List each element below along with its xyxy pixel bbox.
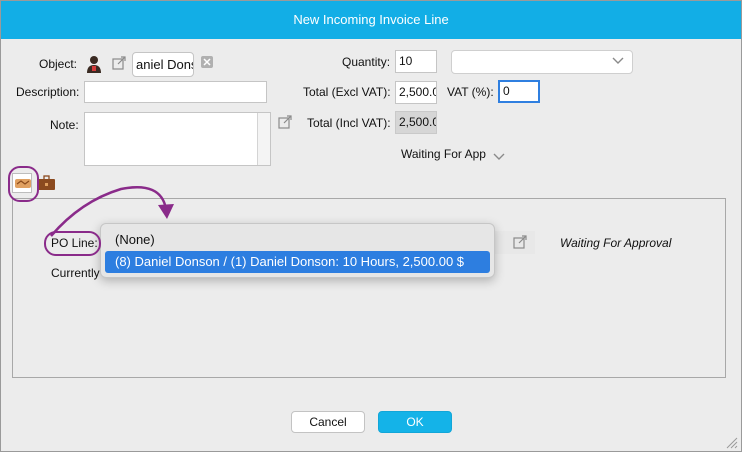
open-link-icon[interactable] xyxy=(112,56,126,70)
description-label: Description: xyxy=(16,85,80,99)
chevron-down-icon xyxy=(612,56,624,68)
note-expand-icon[interactable] xyxy=(278,115,292,129)
object-label: Object: xyxy=(39,57,78,71)
clear-icon[interactable] xyxy=(201,56,213,68)
total-incl-field: 2,500.0 xyxy=(395,111,437,134)
person-icon xyxy=(86,55,102,73)
status-chevron-icon[interactable] xyxy=(493,150,505,160)
note-textarea[interactable] xyxy=(84,112,271,166)
resize-grip-icon[interactable] xyxy=(724,435,738,449)
quantity-field[interactable]: 10 xyxy=(395,50,437,73)
object-field[interactable]: aniel Donso xyxy=(132,52,194,77)
unit-select[interactable] xyxy=(451,50,633,74)
total-incl-label: Total (Incl VAT): xyxy=(307,116,391,130)
status-text: Waiting For App xyxy=(401,147,486,161)
dropdown-option-selected[interactable]: (8) Daniel Donson / (1) Daniel Donson: 1… xyxy=(105,251,490,273)
cancel-button[interactable]: Cancel xyxy=(291,411,365,433)
vat-field[interactable]: 0 xyxy=(498,80,540,103)
total-excl-field[interactable]: 2,500.0 xyxy=(395,81,437,104)
description-field[interactable] xyxy=(84,81,267,103)
note-label: Note: xyxy=(50,118,79,132)
po-open-icon[interactable] xyxy=(513,235,527,249)
total-excl-label: Total (Excl VAT): xyxy=(303,85,391,99)
quantity-label: Quantity: xyxy=(342,55,391,69)
annotation-circle-tab xyxy=(8,166,39,202)
invoice-line-dialog: New Incoming Invoice Line Object: aniel … xyxy=(0,0,742,452)
vat-label: VAT (%): xyxy=(447,85,494,99)
annotation-arrow xyxy=(50,186,174,237)
note-scrollbar[interactable] xyxy=(257,113,270,165)
ok-button[interactable]: OK xyxy=(378,411,452,433)
approval-status: Waiting For Approval xyxy=(560,236,672,250)
currently-label: Currently xyxy=(51,266,100,280)
dialog-title: New Incoming Invoice Line xyxy=(1,1,741,39)
